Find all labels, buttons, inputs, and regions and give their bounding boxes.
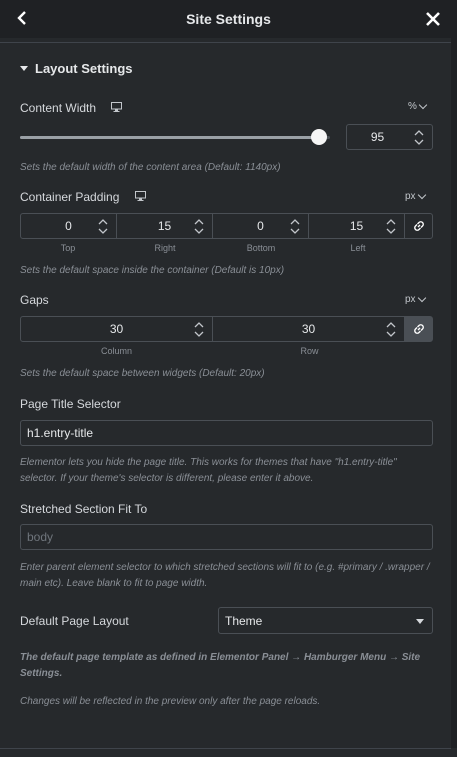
divider: [0, 42, 451, 43]
caret-down-icon: [416, 619, 424, 624]
padding-right-input[interactable]: 15: [117, 214, 213, 238]
padding-bottom-input[interactable]: 0: [213, 214, 309, 238]
input-value: 30: [109, 322, 124, 336]
gaps-unit-select[interactable]: px: [405, 293, 426, 305]
stretched-section-input[interactable]: body: [20, 524, 433, 550]
page-title-selector-input[interactable]: h1.entry-title: [20, 420, 433, 446]
link-icon: [413, 324, 424, 334]
input-placeholder: body: [27, 530, 54, 544]
desktop-icon[interactable]: [135, 191, 146, 201]
reload-hint: Changes will be reflected in the preview…: [20, 696, 321, 707]
spinner-icon[interactable]: [414, 130, 424, 145]
page-title-selector-label: Page Title Selector: [20, 397, 121, 411]
padding-top-input[interactable]: 0: [21, 214, 117, 238]
default-page-layout-label: Default Page Layout: [20, 614, 129, 628]
panel-header: Site Settings: [0, 0, 457, 38]
content-width-input[interactable]: 95: [346, 124, 433, 150]
desktop-icon[interactable]: [111, 102, 122, 112]
input-value: 15: [157, 219, 172, 233]
chevron-left-icon[interactable]: [12, 8, 32, 28]
panel-title: Site Settings: [186, 11, 271, 27]
chevron-down-icon: [417, 190, 426, 200]
unit-label: px: [405, 294, 416, 305]
gap-column-label: Column: [100, 346, 132, 356]
spinner-icon[interactable]: [98, 219, 108, 234]
input-value: 0: [65, 219, 72, 233]
caret-down-icon: [20, 66, 28, 71]
input-value: 0: [257, 219, 264, 233]
link-values-button[interactable]: [405, 214, 432, 238]
spinner-icon[interactable]: [386, 219, 396, 234]
section-title: Layout Settings: [35, 61, 133, 76]
slider-thumb[interactable]: [311, 129, 327, 145]
gap-column-input[interactable]: 30: [21, 317, 213, 341]
link-icon: [413, 221, 424, 231]
gaps-hint: Sets the default space between widgets (…: [20, 368, 265, 379]
stretched-section-label: Stretched Section Fit To: [20, 502, 148, 516]
padding-top-label: Top: [60, 243, 76, 253]
stretched-section-hint: Enter parent element selector to which s…: [20, 562, 430, 589]
container-padding-label: Container Padding: [20, 190, 120, 204]
content-width-label: Content Width: [20, 101, 97, 115]
default-page-layout-hint: The default page template as defined in …: [20, 652, 421, 679]
content-width-unit-select[interactable]: %: [408, 100, 428, 112]
input-value: h1.entry-title: [27, 426, 94, 440]
unit-label: px: [405, 191, 416, 202]
content-width-slider[interactable]: [20, 136, 330, 139]
padding-left-input[interactable]: 15: [309, 214, 405, 238]
padding-left-label: Left: [350, 243, 366, 253]
scrollbar[interactable]: [451, 38, 457, 748]
padding-right-label: Right: [154, 243, 176, 253]
divider: [0, 748, 451, 749]
input-value: 95: [370, 130, 385, 144]
container-padding-hint: Sets the default space inside the contai…: [20, 265, 285, 276]
gap-row-label: Row: [300, 346, 319, 356]
section-toggle-layout-settings[interactable]: Layout Settings: [20, 61, 133, 76]
default-page-layout-select[interactable]: Theme: [218, 607, 433, 634]
gaps-label: Gaps: [20, 293, 49, 307]
spinner-icon[interactable]: [194, 219, 204, 234]
chevron-down-icon: [417, 293, 426, 303]
spinner-icon[interactable]: [386, 322, 396, 337]
page-title-selector-hint: Elementor lets you hide the page title. …: [20, 457, 397, 484]
input-value: 15: [349, 219, 364, 233]
container-padding-inputs: 0 15 0 15: [20, 213, 433, 239]
slider-fill: [20, 136, 318, 139]
unit-label: %: [408, 101, 417, 112]
link-values-button[interactable]: [405, 317, 432, 341]
select-value: Theme: [225, 613, 263, 628]
container-padding-unit-select[interactable]: px: [405, 190, 426, 202]
close-icon[interactable]: [423, 9, 443, 29]
spinner-icon[interactable]: [290, 219, 300, 234]
spinner-icon[interactable]: [194, 322, 204, 337]
gap-row-input[interactable]: 30: [213, 317, 405, 341]
padding-bottom-label: Bottom: [246, 243, 276, 253]
input-value: 30: [301, 322, 316, 336]
chevron-down-icon: [418, 100, 428, 110]
gaps-inputs: 30 30: [20, 316, 433, 342]
content-width-hint: Sets the default width of the content ar…: [20, 162, 281, 173]
